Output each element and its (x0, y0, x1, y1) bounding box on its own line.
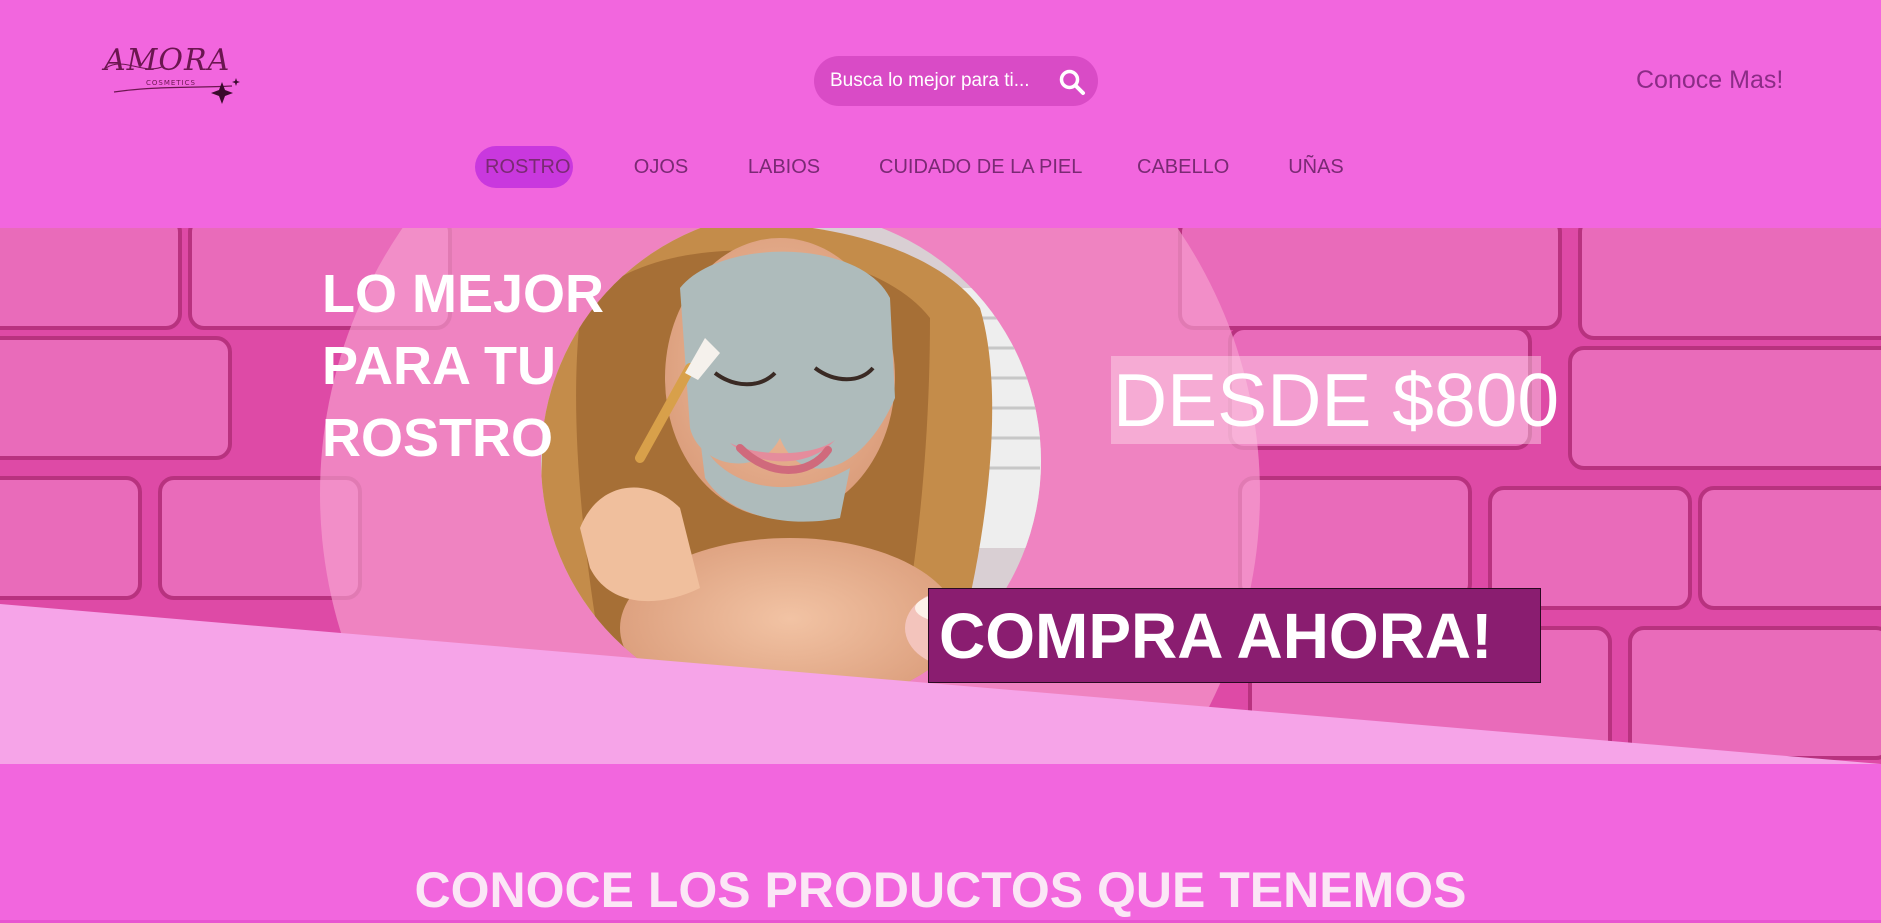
hero-title: LO MEJOR PARA TU ROSTRO (322, 258, 642, 474)
page: AMORA COSMETICS Conoce Mas! ROSTRO OJOS … (0, 0, 1881, 923)
hero-banner: LO MEJOR PARA TU ROSTRO DESDE $800 COMPR… (0, 228, 1881, 764)
products-heading: CONOCE LOS PRODUCTOS QUE TENEMOS (414, 862, 1467, 918)
hero-title-line-2: PARA TU (322, 336, 556, 396)
logo-text: AMORA (104, 43, 231, 78)
nav-item-unas[interactable]: UÑAS (1288, 146, 1344, 188)
nav-item-rostro[interactable]: ROSTRO (475, 146, 573, 188)
logo-subtext: COSMETICS (146, 79, 196, 87)
buy-now-button[interactable]: COMPRA AHORA! (928, 588, 1541, 683)
nav-item-cabello[interactable]: CABELLO (1137, 146, 1229, 188)
nav-item-labios[interactable]: LABIOS (744, 146, 824, 188)
site-header: AMORA COSMETICS Conoce Mas! ROSTRO OJOS … (0, 0, 1881, 228)
products-section: CONOCE LOS PRODUCTOS QUE TENEMOS (0, 764, 1881, 923)
search-box (814, 56, 1098, 106)
buy-now-label: COMPRA AHORA! (939, 600, 1493, 672)
search-icon[interactable] (1058, 68, 1086, 96)
search-input[interactable] (814, 56, 1054, 106)
category-nav: ROSTRO OJOS LABIOS CUIDADO DE LA PIEL CA… (0, 146, 1881, 188)
price-badge: DESDE $800 (1111, 356, 1559, 444)
hero-title-line-1: LO MEJOR (322, 264, 605, 324)
conoce-mas-link[interactable]: Conoce Mas! (1636, 66, 1783, 95)
nav-item-ojos[interactable]: OJOS (630, 146, 692, 188)
price-text: DESDE $800 (1113, 358, 1560, 442)
hero-title-line-3: ROSTRO (322, 408, 554, 468)
brand-logo[interactable]: AMORA COSMETICS (104, 46, 244, 104)
nav-item-cuidado-piel[interactable]: CUIDADO DE LA PIEL (879, 146, 1082, 188)
